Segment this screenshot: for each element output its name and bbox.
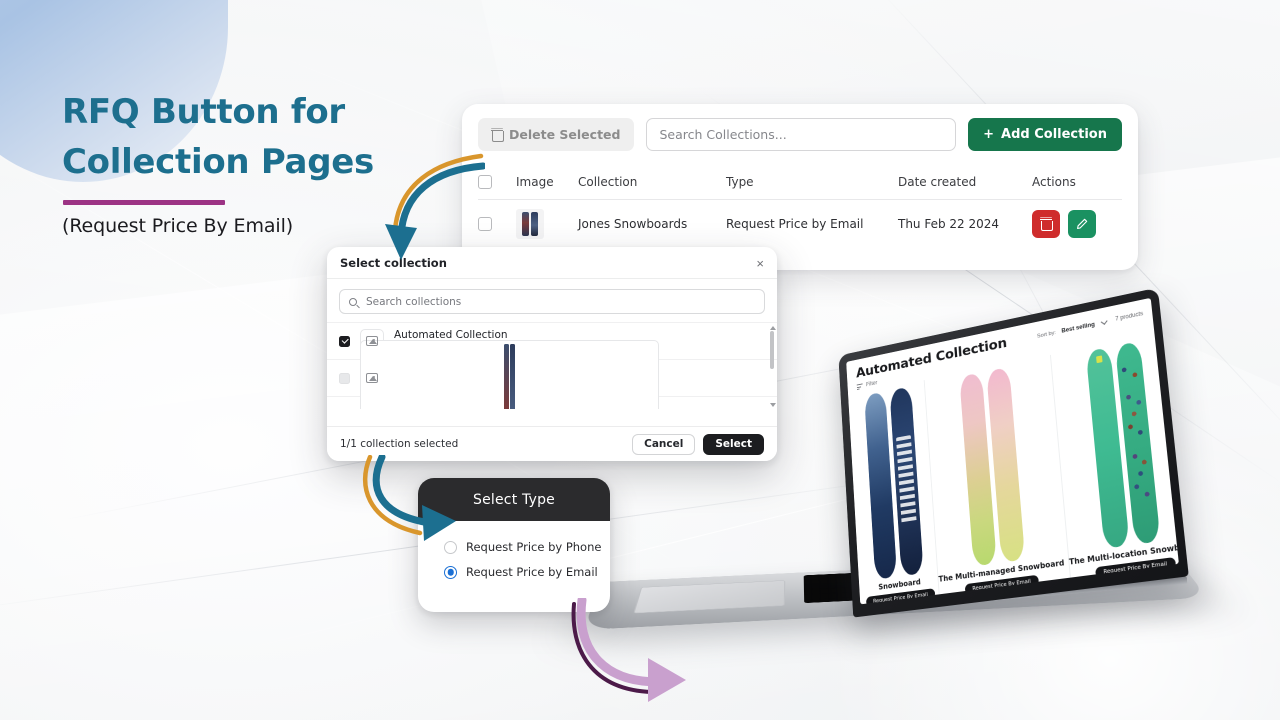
product-card[interactable]: Snowboard Request Price By Email bbox=[853, 380, 936, 605]
product-card[interactable]: The Multi-location Snowboard Request Pri… bbox=[1049, 329, 1179, 582]
trash-icon bbox=[491, 129, 504, 142]
request-price-button[interactable]: Request Price By Email bbox=[865, 588, 936, 605]
modal-search-box[interactable] bbox=[339, 289, 765, 314]
edit-row-button[interactable] bbox=[1068, 210, 1096, 238]
select-all-cell[interactable] bbox=[478, 175, 516, 189]
select-type-title: Select Type bbox=[473, 491, 555, 508]
row-actions-cell bbox=[1032, 210, 1122, 238]
row-select-cell[interactable] bbox=[478, 217, 516, 231]
add-collection-button[interactable]: + Add Collection bbox=[968, 118, 1122, 151]
product-image bbox=[1086, 341, 1161, 549]
radio-phone-label: Request Price by Phone bbox=[466, 540, 602, 554]
selection-status: 1/1 collection selected bbox=[340, 438, 459, 450]
list-item[interactable]: Jones Snowboards bbox=[327, 340, 777, 409]
scroll-down-icon[interactable] bbox=[770, 403, 776, 407]
laptop-trackpad bbox=[633, 580, 786, 614]
add-collection-label: Add Collection bbox=[1001, 127, 1107, 142]
select-collection-modal: Select collection × Automated Collection… bbox=[327, 247, 777, 461]
row-collection-name: Jones Snowboards bbox=[578, 217, 688, 231]
sort-label: Sort by: bbox=[1036, 329, 1057, 340]
modal-search-input[interactable] bbox=[366, 290, 764, 313]
column-header-date-created: Date created bbox=[898, 175, 977, 189]
product-image bbox=[959, 366, 1026, 567]
laptop-lid: Automated Collection Filter Sort by: Bes… bbox=[838, 287, 1189, 618]
headline-line-1: RFQ Button for bbox=[62, 92, 345, 132]
select-all-checkbox[interactable] bbox=[478, 175, 492, 189]
radio-option-email[interactable]: Request Price by Email bbox=[444, 565, 610, 579]
delete-row-button[interactable] bbox=[1032, 210, 1060, 238]
select-type-header: Select Type bbox=[418, 478, 610, 521]
select-button[interactable]: Select bbox=[703, 433, 764, 455]
image-placeholder-icon bbox=[366, 373, 378, 383]
column-header-type: Type bbox=[726, 175, 754, 189]
select-type-options: Request Price by Phone Request Price by … bbox=[418, 521, 610, 579]
radio-email-icon[interactable] bbox=[444, 565, 457, 579]
trash-icon bbox=[1040, 218, 1053, 231]
radio-email-label: Request Price by Email bbox=[466, 565, 598, 579]
image-placeholder-icon bbox=[366, 336, 378, 346]
collection-image-placeholder bbox=[360, 340, 660, 409]
list-scrollbar[interactable] bbox=[770, 326, 776, 407]
product-card[interactable]: The Multi-managed Snowboard Request Pric… bbox=[923, 355, 1067, 599]
row-image-cell bbox=[516, 209, 578, 239]
collection-list[interactable]: Automated Collection 8 products Hydrogen… bbox=[327, 322, 777, 409]
cancel-button[interactable]: Cancel bbox=[632, 433, 696, 455]
list-item-name: Automated Collection bbox=[394, 328, 508, 341]
close-icon[interactable]: × bbox=[756, 257, 764, 270]
product-image bbox=[863, 386, 924, 580]
page-title: RFQ Button for Collection Pages (Request… bbox=[62, 88, 374, 237]
product-title: Snowboard bbox=[878, 577, 921, 592]
sort-value: Best selling bbox=[1061, 321, 1096, 335]
column-header-actions: Actions bbox=[1032, 175, 1076, 189]
collections-admin-panel: Delete Selected + Add Collection Image C… bbox=[462, 104, 1138, 270]
scroll-up-icon[interactable] bbox=[770, 326, 776, 330]
modal-header: Select collection × bbox=[327, 247, 777, 279]
collections-toolbar: Delete Selected + Add Collection bbox=[462, 104, 1138, 161]
storefront-sort-select[interactable]: Sort by: Best selling bbox=[1036, 315, 1108, 340]
delete-selected-label: Delete Selected bbox=[509, 127, 621, 142]
collections-table: Image Collection Type Date created Actio… bbox=[462, 175, 1138, 239]
scrollbar-thumb[interactable] bbox=[770, 331, 774, 369]
filter-icon bbox=[856, 383, 863, 390]
collection-thumbnail bbox=[516, 209, 544, 239]
modal-title: Select collection bbox=[340, 256, 447, 270]
delete-selected-button[interactable]: Delete Selected bbox=[478, 118, 635, 151]
radio-phone-icon[interactable] bbox=[444, 540, 457, 554]
modal-footer: 1/1 collection selected Cancel Select bbox=[327, 426, 777, 461]
pencil-icon bbox=[1077, 218, 1088, 229]
radio-option-phone[interactable]: Request Price by Phone bbox=[444, 540, 610, 554]
select-type-card: Select Type Request Price by Phone Reque… bbox=[418, 478, 610, 612]
modal-search-wrap bbox=[327, 279, 777, 322]
list-item-checkbox[interactable] bbox=[339, 372, 350, 384]
table-row[interactable]: Jones Snowboards Request Price by Email … bbox=[478, 200, 1122, 239]
row-checkbox[interactable] bbox=[478, 217, 492, 231]
chevron-down-icon bbox=[1100, 318, 1108, 325]
list-item-checkbox[interactable] bbox=[339, 335, 350, 347]
storefront-product-count: 7 products bbox=[1115, 311, 1144, 323]
storefront-screen: Automated Collection Filter Sort by: Bes… bbox=[846, 297, 1179, 605]
search-collections-input[interactable] bbox=[646, 118, 957, 151]
table-header-row: Image Collection Type Date created Actio… bbox=[478, 175, 1122, 200]
search-icon bbox=[349, 297, 357, 306]
column-header-image: Image bbox=[516, 175, 554, 189]
headline-subtitle: (Request Price By Email) bbox=[62, 215, 294, 238]
row-type: Request Price by Email bbox=[726, 217, 864, 231]
row-date-created: Thu Feb 22 2024 bbox=[898, 217, 1000, 231]
headline-rule bbox=[63, 200, 225, 206]
plus-icon: + bbox=[983, 127, 995, 142]
column-header-collection: Collection bbox=[578, 175, 638, 189]
headline-line-2: Collection Pages bbox=[62, 141, 374, 182]
